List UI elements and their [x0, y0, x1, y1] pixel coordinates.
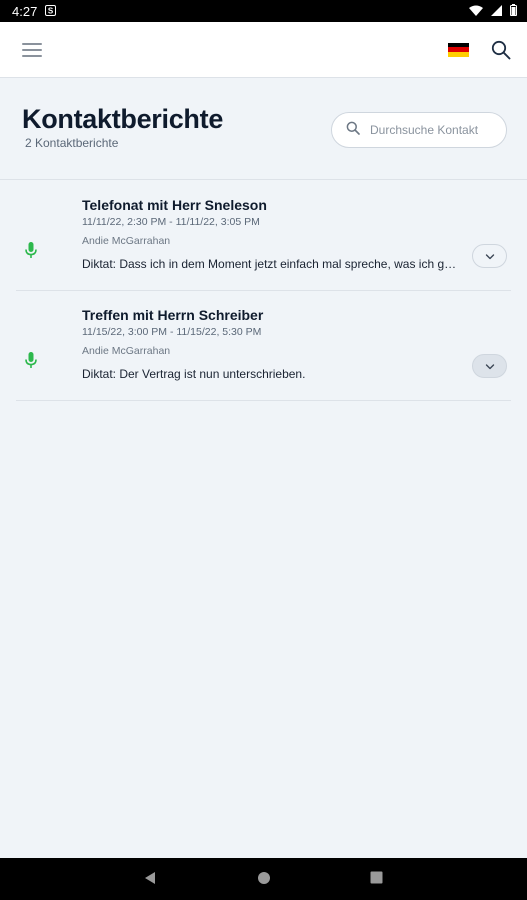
top-app-bar [0, 22, 527, 78]
german-flag-icon[interactable] [448, 42, 469, 57]
status-bar: 4:27 S [0, 0, 527, 22]
svg-text:S: S [48, 6, 54, 15]
chevron-down-icon [485, 247, 495, 265]
home-icon[interactable] [257, 871, 271, 890]
list-item[interactable]: Treffen mit Herrn Schreiber 11/15/22, 3:… [16, 291, 511, 401]
battery-icon [510, 3, 517, 19]
list-item[interactable]: Telefonat mit Herr Sneleson 11/11/22, 2:… [16, 181, 511, 291]
expand-button[interactable] [472, 354, 507, 378]
microphone-icon [25, 352, 37, 374]
expand-button[interactable] [472, 244, 507, 268]
page-subtitle: 2 Kontaktberichte [25, 136, 119, 150]
contact-report-list: Telefonat mit Herr Sneleson 11/11/22, 2:… [16, 181, 511, 401]
search-field[interactable] [331, 112, 507, 148]
item-text: Diktat: Dass ich in dem Moment jetzt ein… [82, 257, 460, 271]
menu-icon[interactable] [22, 42, 42, 57]
back-icon[interactable] [144, 871, 156, 890]
search-icon[interactable] [491, 40, 511, 60]
status-time: 4:27 [12, 3, 38, 19]
item-date: 11/15/22, 3:00 PM - 11/15/22, 5:30 PM [82, 326, 262, 338]
chevron-down-icon [485, 357, 495, 375]
system-nav-bar [0, 858, 527, 900]
microphone-icon [25, 242, 37, 264]
search-icon [346, 121, 360, 140]
item-date: 11/11/22, 2:30 PM - 11/11/22, 3:05 PM [82, 216, 260, 228]
recents-icon[interactable] [370, 871, 383, 889]
item-author: Andie McGarrahan [82, 345, 171, 357]
signal-icon [491, 4, 502, 19]
item-text: Diktat: Der Vertrag ist nun unterschrieb… [82, 367, 306, 381]
page-title: Kontaktberichte [22, 104, 224, 134]
item-title: Telefonat mit Herr Sneleson [82, 197, 267, 213]
item-author: Andie McGarrahan [82, 235, 171, 247]
app-notification-icon: S [45, 4, 57, 19]
page-header: Kontaktberichte 2 Kontaktberichte [0, 79, 527, 180]
search-input[interactable] [370, 123, 500, 137]
wifi-icon [469, 4, 483, 19]
item-title: Treffen mit Herrn Schreiber [82, 307, 264, 323]
